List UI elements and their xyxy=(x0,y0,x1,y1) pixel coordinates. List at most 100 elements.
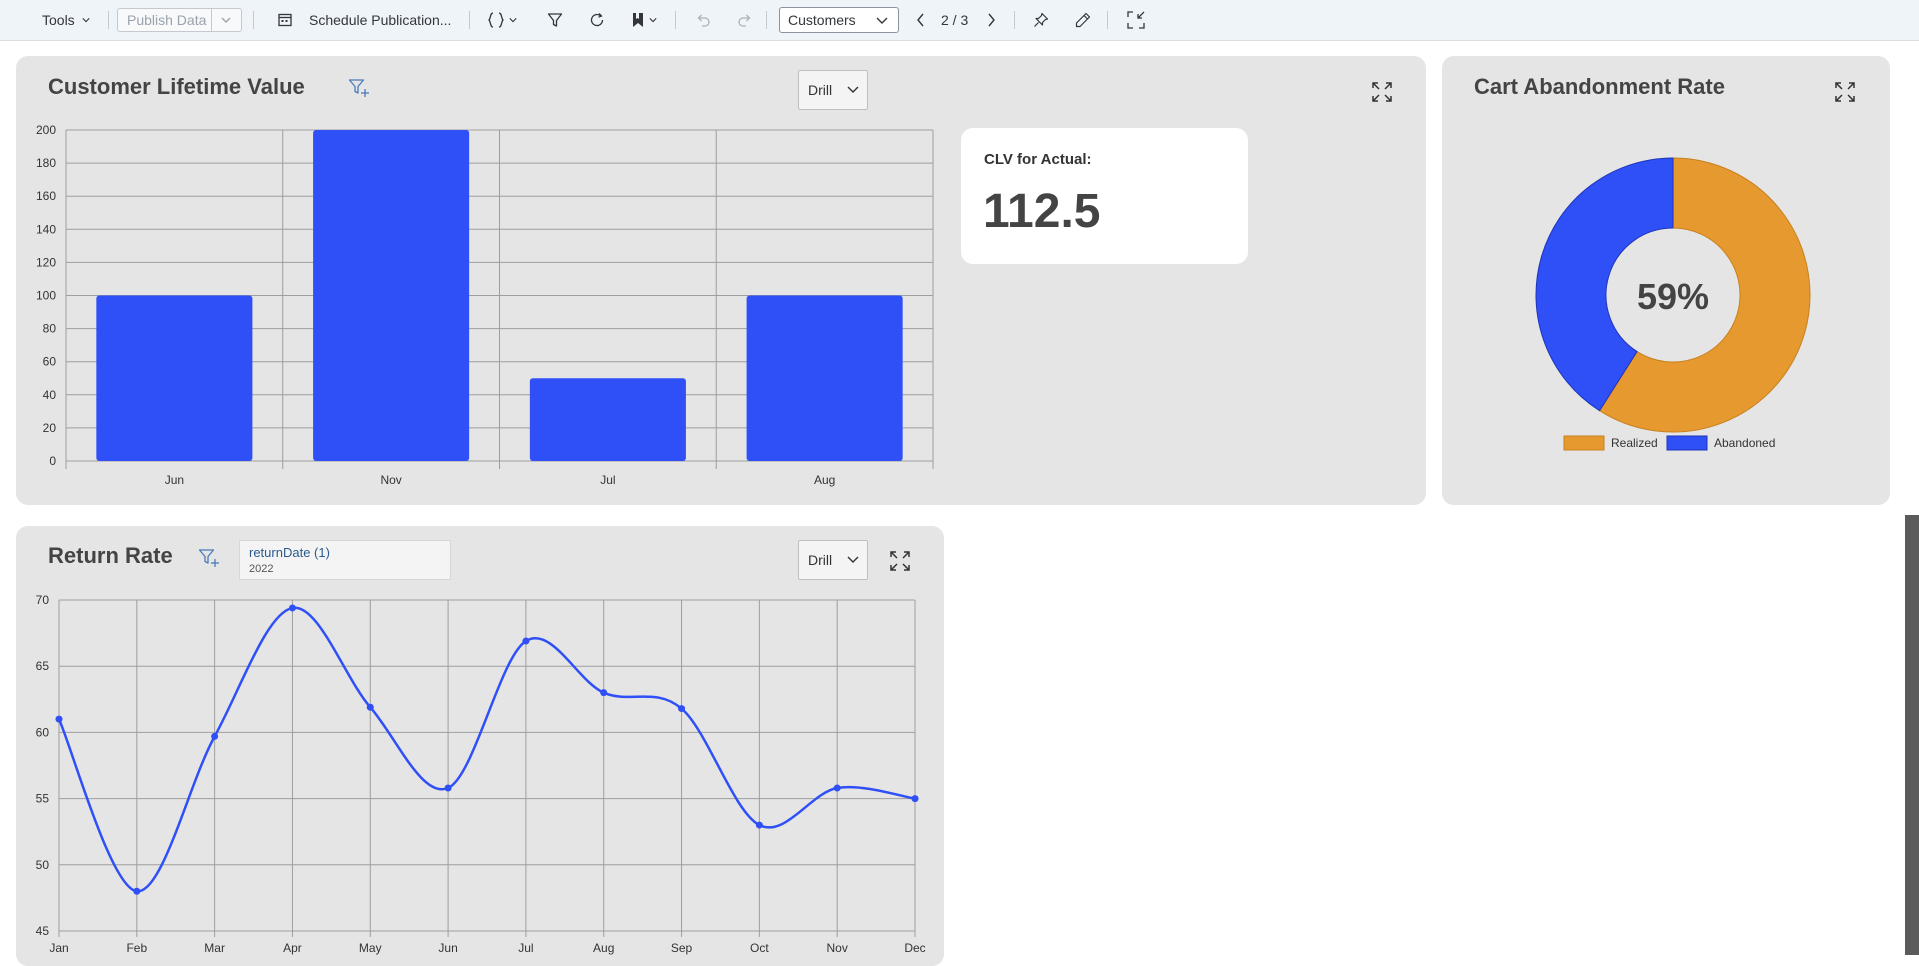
clv-kpi-card: CLV for Actual: 112.5 xyxy=(961,128,1248,264)
x-tick-label: Nov xyxy=(380,473,401,487)
y-tick-label: 40 xyxy=(43,388,57,402)
y-tick-label: 120 xyxy=(36,255,56,269)
x-tick-label: Aug xyxy=(814,473,835,487)
x-tick-label: May xyxy=(359,941,382,955)
legend-swatch xyxy=(1563,435,1605,451)
data-point xyxy=(133,887,141,895)
data-point xyxy=(444,784,452,792)
filter-icon[interactable] xyxy=(545,10,565,30)
chevron-down-icon xyxy=(649,18,657,23)
y-tick-label: 140 xyxy=(36,222,56,236)
return-line-chart: 45 50 55 60 65 70 Jan Feb Mar Apr May Jun Jul Aug Sep O… xyxy=(36,593,926,955)
schedule-publication-label: Schedule Publication... xyxy=(309,12,452,28)
y-tick-label: 45 xyxy=(36,924,50,938)
vertical-scrollbar[interactable] xyxy=(1905,515,1919,955)
y-tick-label: 55 xyxy=(36,792,50,806)
redo-icon[interactable] xyxy=(735,10,755,30)
return-drill-select[interactable]: Drill xyxy=(798,540,868,580)
filter-chip-value: 2022 xyxy=(249,563,274,575)
bar xyxy=(529,378,686,461)
edit-icon[interactable] xyxy=(1073,10,1093,30)
return-title: Return Rate xyxy=(48,543,173,568)
y-tick-label: 80 xyxy=(43,322,57,336)
bar xyxy=(96,295,253,461)
y-tick-label: 0 xyxy=(49,454,56,468)
clv-bar-chart: 0 20 40 60 80 100 120 140 160 180 200 Jun Nov Jul Aug xyxy=(36,123,934,487)
chevron-down-icon xyxy=(876,17,888,24)
divider xyxy=(1014,11,1015,29)
chevron-down-icon[interactable] xyxy=(221,15,231,25)
add-filter-icon[interactable] xyxy=(348,78,370,103)
clv-drill-label: Drill xyxy=(808,82,833,98)
x-tick-label: Jul xyxy=(518,941,533,955)
exit-fullscreen-icon[interactable] xyxy=(1126,10,1146,30)
chevron-down-icon xyxy=(509,18,517,23)
y-tick-label: 100 xyxy=(36,289,56,303)
refresh-icon[interactable] xyxy=(587,10,607,30)
legend-label: Realized xyxy=(1611,436,1658,450)
page-indicator: 2 / 3 xyxy=(941,12,969,28)
x-tick-label: Sep xyxy=(671,941,693,955)
x-tick-label: Feb xyxy=(126,941,147,955)
expand-icon[interactable] xyxy=(890,551,910,576)
tools-label: Tools xyxy=(42,12,75,28)
x-tick-label: Nov xyxy=(827,941,848,955)
divider xyxy=(766,11,767,29)
data-point xyxy=(522,637,530,645)
x-tick-label: Dec xyxy=(904,941,925,955)
data-point xyxy=(911,795,919,803)
data-point xyxy=(366,703,374,711)
chevron-down-icon xyxy=(82,18,90,23)
x-tick-label: Jul xyxy=(600,473,615,487)
data-point xyxy=(833,784,841,792)
return-rate-series-line xyxy=(57,606,916,893)
divider xyxy=(108,11,109,29)
undo-icon[interactable] xyxy=(693,10,713,30)
expand-icon[interactable] xyxy=(1372,82,1392,107)
cart-donut-chart: 59% Realized Abandoned xyxy=(1535,157,1811,451)
legend-label: Abandoned xyxy=(1714,436,1775,450)
x-tick-label: Jan xyxy=(49,941,68,955)
y-tick-label: 180 xyxy=(36,156,56,170)
add-filter-icon[interactable] xyxy=(198,548,220,573)
returndate-filter-chip[interactable]: returnDate (1) 2022 xyxy=(239,540,451,580)
bar xyxy=(746,295,903,461)
divider xyxy=(253,11,254,29)
data-point xyxy=(288,604,296,612)
pin-icon[interactable] xyxy=(1031,10,1051,30)
clv-kpi-value: 112.5 xyxy=(983,185,1101,238)
data-point xyxy=(755,821,763,829)
x-tick-label: Oct xyxy=(750,941,769,955)
chevron-down-icon xyxy=(847,556,859,563)
y-tick-label: 20 xyxy=(43,421,57,435)
calendar-icon xyxy=(278,13,292,27)
filter-chip-name: returnDate (1) xyxy=(249,545,330,560)
clv-drill-select[interactable]: Drill xyxy=(798,70,868,110)
expand-icon[interactable] xyxy=(1835,82,1855,107)
y-tick-label: 50 xyxy=(36,858,50,872)
bookmark-icon xyxy=(633,13,643,27)
x-tick-label: Jun xyxy=(438,941,457,955)
next-page-icon[interactable] xyxy=(981,10,1001,30)
publish-data-label: Publish Data xyxy=(118,9,212,31)
formula-menu[interactable] xyxy=(487,0,517,40)
previous-page-icon[interactable] xyxy=(911,10,931,30)
cart-center-label: 59% xyxy=(1637,276,1709,317)
page-select[interactable]: Customers xyxy=(779,7,899,33)
y-tick-label: 160 xyxy=(36,189,56,203)
legend-swatch xyxy=(1666,435,1708,451)
bar xyxy=(313,130,470,461)
schedule-publication-button[interactable]: Schedule Publication... xyxy=(277,0,451,40)
bookmark-menu[interactable] xyxy=(631,0,657,40)
data-point xyxy=(600,689,608,697)
divider xyxy=(675,11,676,29)
x-tick-label: Apr xyxy=(283,941,302,955)
return-drill-label: Drill xyxy=(808,552,833,568)
chevron-down-icon xyxy=(847,86,859,93)
tools-menu[interactable]: Tools xyxy=(42,0,90,40)
x-tick-label: Aug xyxy=(593,941,614,955)
data-point xyxy=(211,732,219,740)
publish-data-button[interactable]: Publish Data xyxy=(117,8,242,32)
y-tick-label: 65 xyxy=(36,659,50,673)
toolbar: Tools Publish Data Schedule Publication.… xyxy=(0,0,1919,41)
